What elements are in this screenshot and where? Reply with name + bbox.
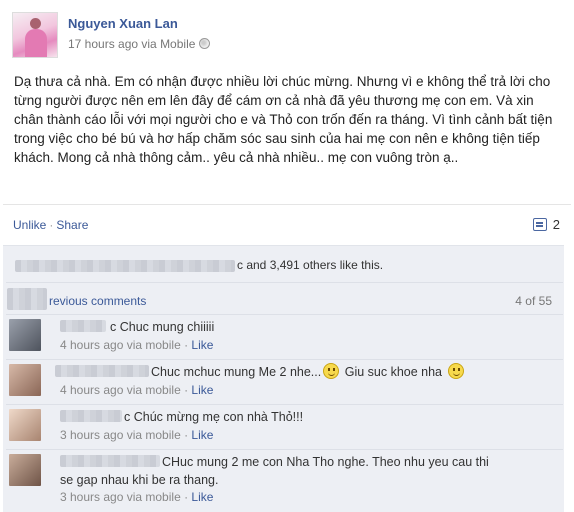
comment-text: Chúc mừng mẹ con nhà Thỏ!!! [133,410,304,424]
comment-text-after: Giu suc khoe nha [344,365,443,379]
share-link[interactable]: Share [56,218,88,232]
comment-time[interactable]: 3 hours ago via mobile [60,490,181,504]
divider [6,314,563,315]
commenter-name-tail[interactable]: c [124,410,130,424]
comment-body: c Chúc mừng mẹ con nhà Thỏ!!! [60,408,303,426]
comment-body: c Chuc mung chiiiii [60,318,214,336]
comment-icon [532,218,547,231]
comment-time[interactable]: 4 hours ago via mobile [60,338,181,352]
previous-comments-link[interactable]: revious comments [49,294,146,308]
post-text: Dạ thưa cả nhà. Em có nhận được nhiều lờ… [14,74,553,165]
like-link[interactable]: Like [191,428,213,442]
comment-meta: 3 hours ago via mobile · Like [60,490,214,504]
smiley-icon [323,363,340,379]
comment-pager-count: 4 of 55 [515,294,552,308]
likes-text[interactable]: and 3,491 others like this. [243,258,383,272]
comment-text: Chuc mung chiiiii [119,320,215,334]
post-time[interactable]: 17 hours ago via Mobile [68,37,195,51]
commenter-avatar[interactable] [9,364,41,396]
author-name[interactable]: Nguyen Xuan Lan [68,16,178,31]
post-header: Nguyen Xuan Lan 17 hours ago via Mobile [12,12,562,62]
action-bar: Unlike · Share [13,218,88,232]
divider [3,204,571,205]
post-body: Dạ thưa cả nhà. Em có nhận được nhiều lờ… [14,72,562,167]
comment-meta: 3 hours ago via mobile · Like [60,428,214,442]
smiley-icon [447,363,464,379]
post-timestamp: 17 hours ago via Mobile [68,37,211,51]
commenter-avatar[interactable] [9,409,41,441]
unlike-link[interactable]: Unlike [13,218,46,232]
divider [6,282,563,283]
comment-time[interactable]: 3 hours ago via mobile [60,428,181,442]
like-link[interactable]: Like [191,490,213,504]
commenter-avatar[interactable] [9,319,41,351]
comment-meta: 4 hours ago via mobile · Like [60,383,214,397]
comment: c Chuc mung chiiiii 4 hours ago via mobi… [3,318,564,360]
previous-comments-row: revious comments 4 of 55 [3,286,564,314]
action-separator: · [49,218,54,232]
comment-count-value: 2 [552,217,560,232]
comment-text: Chuc mchuc mung Me 2 nhe... [151,365,322,379]
comment-meta: 4 hours ago via mobile · Like [60,338,214,352]
comment-time[interactable]: 4 hours ago via mobile [60,383,181,397]
divider [6,359,563,360]
likes-row: c and 3,491 others like this. [15,258,383,272]
redacted-names [15,259,235,272]
divider [6,449,563,450]
comment: c Chúc mừng mẹ con nhà Thỏ!!! 3 hours ag… [3,408,564,450]
comment-count[interactable]: 2 [532,217,560,232]
comment-body: Chuc mchuc mung Me 2 nhe... Giu suc khoe… [55,363,466,381]
globe-icon [199,38,211,49]
comment: Chuc mchuc mung Me 2 nhe... Giu suc khoe… [3,363,564,405]
comment: CHuc mung 2 me con Nha Tho nghe. Theo nh… [3,453,564,512]
feedback-panel: c and 3,491 others like this. revious co… [3,245,564,512]
like-link[interactable]: Like [191,383,213,397]
divider [6,404,563,405]
redacted-thumb [7,288,47,310]
author-avatar[interactable] [12,12,58,58]
commenter-avatar[interactable] [9,454,41,486]
comment-body: CHuc mung 2 me con Nha Tho nghe. Theo nh… [60,453,500,489]
like-link[interactable]: Like [191,338,213,352]
comment-text: CHuc mung 2 me con Nha Tho nghe. Theo nh… [60,455,489,487]
commenter-name-tail[interactable]: c [110,320,116,334]
